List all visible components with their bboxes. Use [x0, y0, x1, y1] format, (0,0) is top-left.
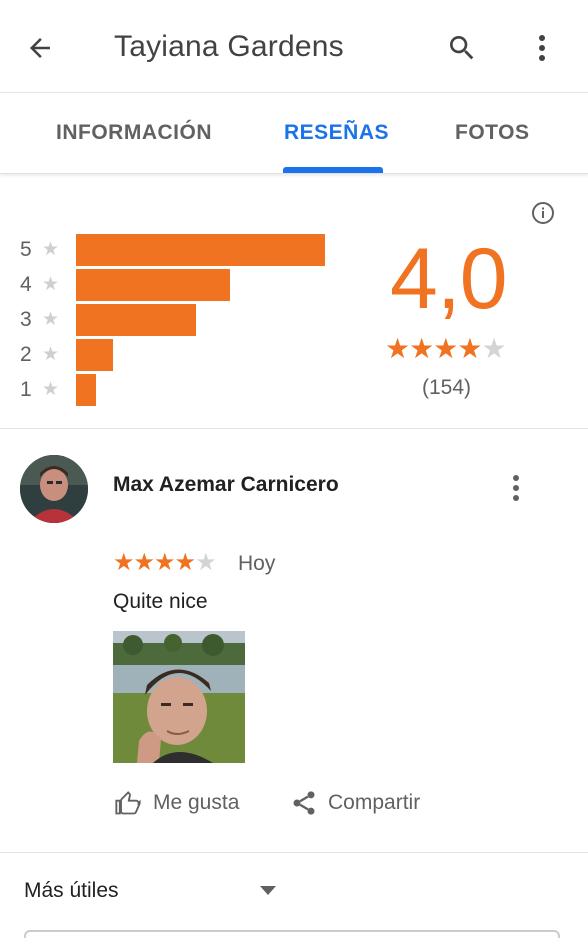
histogram-row-1: 1 ★	[20, 374, 340, 406]
app-bar: Tayiana Gardens	[0, 0, 588, 92]
star-filled-icon: ★	[433, 333, 458, 364]
star-icon: ★	[42, 239, 60, 260]
thumb-up-icon	[115, 791, 141, 815]
star-filled-icon: ★	[174, 549, 196, 576]
write-review-box[interactable]	[24, 930, 560, 938]
more-options-button[interactable]	[524, 28, 560, 68]
star-icon: ★	[42, 379, 60, 400]
more-vert-icon	[513, 475, 519, 501]
tab-bar: INFORMACIÓN RESEÑAS FOTOS	[0, 92, 588, 174]
search-icon	[450, 36, 474, 60]
tab-informacion[interactable]: INFORMACIÓN	[56, 121, 212, 145]
histogram-bar	[76, 234, 325, 266]
star-empty-icon: ★	[481, 333, 506, 364]
review-count: (154)	[422, 376, 472, 399]
back-button[interactable]	[20, 28, 60, 68]
histogram-row-2: 2 ★	[20, 339, 340, 371]
histogram-label: 3	[20, 308, 32, 331]
active-tab-indicator	[283, 167, 383, 173]
share-label: Compartir	[328, 791, 421, 814]
dropdown-arrow-icon[interactable]	[260, 886, 276, 895]
star-filled-icon: ★	[385, 333, 410, 364]
search-button[interactable]	[442, 28, 482, 68]
star-icon: ★	[42, 309, 60, 330]
histogram-label: 5	[20, 238, 32, 261]
like-button[interactable]: Me gusta	[113, 787, 239, 819]
page-title: Tayiana Gardens	[114, 30, 344, 63]
star-filled-icon: ★	[409, 333, 434, 364]
histogram-row-3: 3 ★	[20, 304, 340, 336]
histogram-bar	[76, 304, 196, 336]
sort-dropdown[interactable]: Más útiles	[24, 879, 119, 903]
histogram-bar	[76, 339, 113, 371]
avatar[interactable]	[20, 455, 88, 523]
review-text: Quite nice	[113, 590, 208, 613]
histogram-label: 4	[20, 273, 32, 296]
info-icon[interactable]	[531, 201, 555, 225]
like-label: Me gusta	[153, 791, 240, 814]
share-button[interactable]: Compartir	[290, 787, 420, 819]
histogram-label: 2	[20, 343, 32, 366]
star-filled-icon: ★	[113, 549, 134, 576]
divider	[0, 852, 588, 853]
star-icon: ★	[42, 274, 60, 295]
arrow-back-icon	[30, 38, 50, 58]
tab-fotos[interactable]: FOTOS	[455, 121, 529, 145]
average-rating: 4,0	[390, 231, 508, 327]
share-icon	[293, 791, 315, 815]
divider	[0, 428, 588, 429]
star-filled-icon: ★	[457, 333, 482, 364]
review-photo[interactable]	[113, 631, 245, 763]
more-vert-icon	[539, 35, 545, 61]
review-more-button[interactable]	[504, 470, 528, 506]
star-filled-icon: ★	[133, 549, 155, 576]
tab-resenas[interactable]: RESEÑAS	[284, 121, 389, 145]
histogram-row-4: 4 ★	[20, 269, 340, 301]
histogram-bar	[76, 269, 230, 301]
star-icon: ★	[42, 344, 60, 365]
reviewer-name[interactable]: Max Azemar Carnicero	[113, 473, 339, 497]
histogram-label: 1	[20, 378, 32, 401]
star-filled-icon: ★	[154, 549, 175, 576]
review-stars: ★★★★★	[113, 548, 217, 577]
review-date: Hoy	[238, 552, 276, 575]
average-stars: ★★★★★	[385, 332, 507, 365]
histogram-row-5: 5 ★	[20, 234, 340, 266]
histogram-bar	[76, 374, 96, 406]
star-empty-icon: ★	[195, 549, 216, 576]
